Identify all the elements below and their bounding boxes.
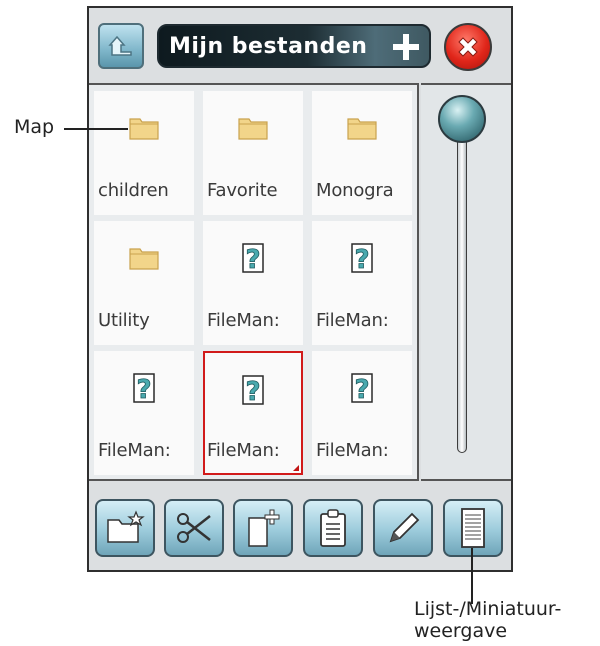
file-item-children[interactable]: children	[94, 91, 194, 215]
add-icon[interactable]	[391, 32, 421, 62]
unknown-file-icon: ?	[242, 375, 264, 405]
svg-text:?: ?	[136, 375, 151, 403]
unknown-file-icon: ?	[351, 243, 373, 273]
unknown-file-icon: ?	[351, 373, 373, 403]
unknown-file-icon: ?	[242, 243, 264, 273]
callout-view-label-line1: Lijst-/Miniatuur-	[414, 598, 562, 620]
scrollbar-knob[interactable]	[438, 95, 486, 143]
file-label: Utility	[98, 310, 150, 331]
new-file-icon	[248, 509, 280, 547]
close-button[interactable]	[444, 23, 492, 71]
file-label: children	[98, 180, 169, 201]
close-icon	[458, 37, 478, 57]
clipboard-icon	[320, 509, 346, 547]
file-grid-panel: children Favorite Monogra Utility ? File…	[89, 83, 419, 481]
file-item-fileman-selected[interactable]: ? FileMan:	[203, 351, 303, 475]
svg-text:?: ?	[245, 377, 260, 405]
file-item-fileman[interactable]: ? FileMan:	[312, 351, 412, 475]
new-file-button[interactable]	[233, 499, 293, 557]
cut-button[interactable]	[164, 499, 224, 557]
folder-icon	[129, 248, 159, 270]
file-label: Favorite	[207, 180, 278, 201]
file-label: FileMan:	[316, 310, 389, 331]
callout-map-label: Map	[14, 116, 55, 138]
window-title: Mijn bestanden	[169, 33, 368, 59]
unknown-file-icon: ?	[133, 373, 155, 403]
callout-map-line	[64, 128, 128, 130]
folder-icon	[238, 118, 268, 140]
file-label: FileMan:	[98, 440, 171, 461]
back-button[interactable]	[98, 23, 144, 69]
title-bar: Mijn bestanden	[157, 24, 431, 68]
folder-icon	[347, 118, 377, 140]
file-label: FileMan:	[316, 440, 389, 461]
file-item-fileman[interactable]: ? FileMan:	[203, 221, 303, 345]
file-item-favorite[interactable]: Favorite	[203, 91, 303, 215]
rename-button[interactable]	[373, 499, 433, 557]
scissors-icon	[177, 513, 211, 543]
file-item-monogra[interactable]: Monogra	[312, 91, 412, 215]
file-label: FileMan:	[207, 310, 280, 331]
svg-text:?: ?	[354, 375, 369, 403]
file-label: FileMan:	[207, 440, 280, 461]
svg-text:?: ?	[245, 245, 260, 273]
file-item-fileman[interactable]: ? FileMan:	[94, 351, 194, 475]
list-thumbnail-view-button[interactable]	[443, 499, 503, 557]
svg-text:?: ?	[354, 245, 369, 273]
paste-button[interactable]	[303, 499, 363, 557]
file-item-utility[interactable]: Utility	[94, 221, 194, 345]
new-folder-button[interactable]	[95, 499, 155, 557]
list-view-icon	[461, 508, 485, 548]
pencil-icon	[389, 512, 420, 543]
folder-icon	[129, 118, 159, 140]
scrollbar-track[interactable]	[457, 125, 467, 453]
new-folder-icon	[107, 510, 145, 543]
scrollbar-panel	[421, 83, 511, 481]
selection-corner-icon	[293, 465, 299, 471]
bottom-toolbar	[89, 488, 511, 570]
file-manager-window: Mijn bestanden children Favorite Monogra…	[87, 6, 513, 572]
file-label: Monogra	[316, 180, 394, 201]
callout-view-line	[471, 548, 473, 604]
back-arrow-icon	[108, 35, 132, 56]
file-item-fileman[interactable]: ? FileMan:	[312, 221, 412, 345]
file-grid: children Favorite Monogra Utility ? File…	[94, 91, 412, 475]
callout-view-label-line2: weergave	[414, 620, 508, 642]
